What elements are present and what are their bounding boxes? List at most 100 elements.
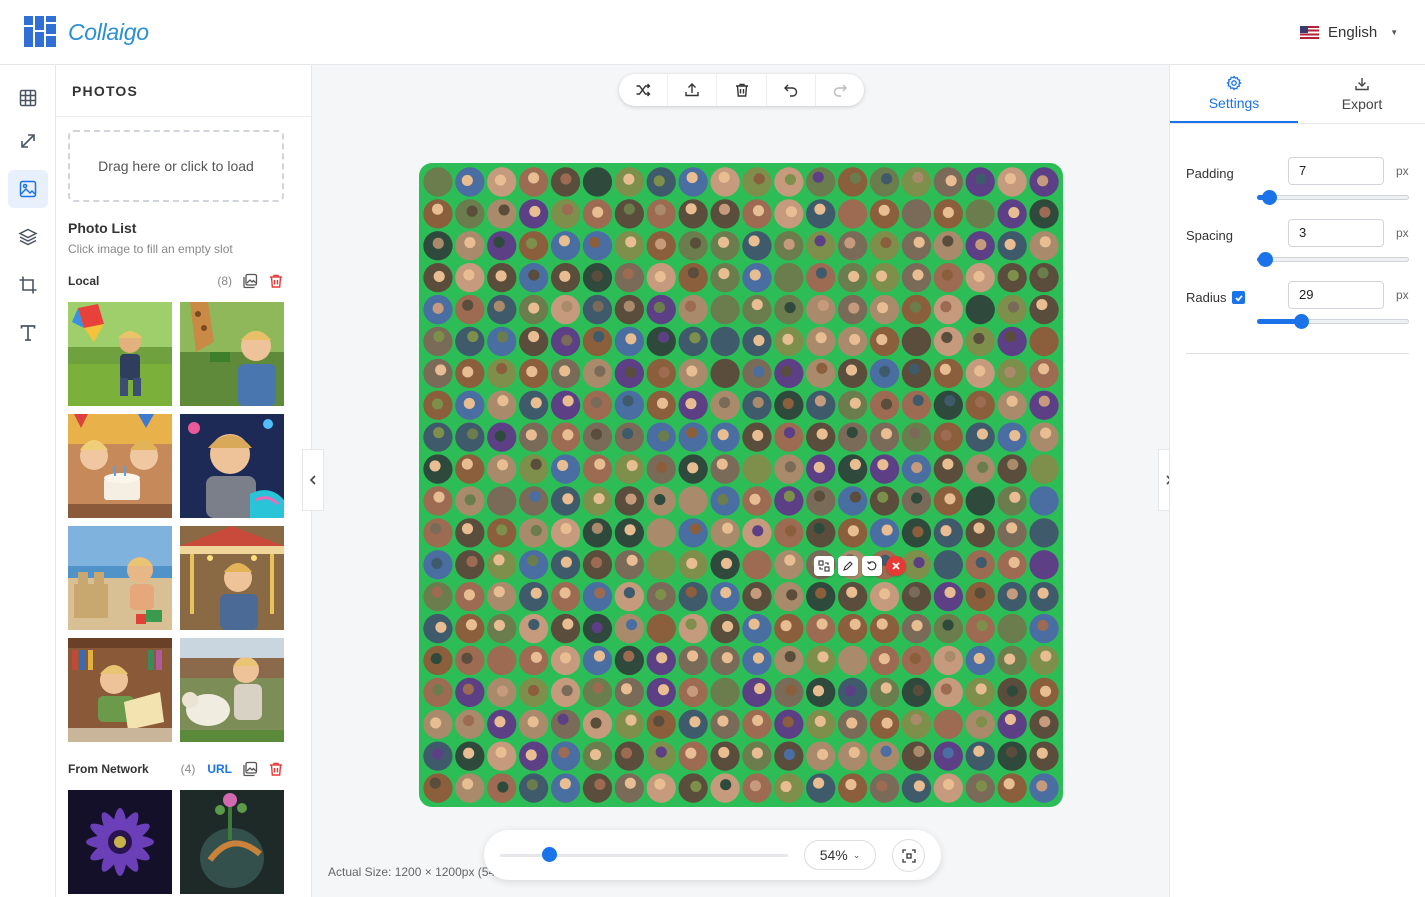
fit-to-screen-button[interactable] <box>892 839 925 872</box>
collage-cell-detail <box>941 269 953 281</box>
collage-cell-detail <box>1039 493 1051 505</box>
collage-cell-detail <box>685 586 697 598</box>
shuffle-button[interactable] <box>619 74 669 106</box>
photo-thumb-kite[interactable] <box>68 302 172 406</box>
resize-icon <box>21 134 35 148</box>
tab-export[interactable]: Export <box>1298 65 1425 123</box>
add-url-button[interactable]: URL <box>207 762 232 776</box>
collage-cell-detail <box>752 652 765 664</box>
replace-photo-button[interactable] <box>814 556 834 576</box>
spacing-slider[interactable] <box>1257 252 1409 267</box>
tab-settings[interactable]: Settings <box>1170 65 1298 123</box>
photo-thumb-vase[interactable] <box>180 790 284 894</box>
redo-button[interactable] <box>816 74 864 106</box>
collage-cell-detail <box>497 781 509 793</box>
collage-cell-detail <box>654 778 666 790</box>
radius-slider-handle[interactable] <box>1294 314 1310 329</box>
photo-thumb-reading[interactable] <box>68 638 172 742</box>
shuffle-icon <box>636 83 651 97</box>
photo-thumb-giraffe[interactable] <box>180 302 284 406</box>
zoom-select[interactable]: 54% ⌄ <box>804 840 876 870</box>
collage-cell-detail <box>623 300 635 312</box>
collage-cell-detail <box>686 365 698 377</box>
photo-thumb-carousel[interactable] <box>180 526 284 630</box>
radius-checkbox[interactable] <box>1232 291 1245 304</box>
photo-thumb-lamb[interactable] <box>180 638 284 742</box>
padding-slider[interactable] <box>1257 190 1409 205</box>
photo-thumb-sandcastle[interactable] <box>68 526 172 630</box>
collage-cell-detail <box>912 684 924 697</box>
upload-button[interactable] <box>668 74 718 106</box>
local-group-label: Local <box>68 274 100 288</box>
collage-cell-detail <box>720 779 732 791</box>
photo-thumb-flower[interactable] <box>68 790 172 894</box>
collage-cell[interactable] <box>423 773 453 803</box>
chevron-down-icon: ⌄ <box>852 849 861 860</box>
add-images-icon[interactable] <box>242 273 258 289</box>
collage-cell[interactable] <box>487 550 517 580</box>
photo-thumb-arcade[interactable] <box>180 414 284 518</box>
brand-name[interactable]: Collaigo <box>68 19 149 46</box>
collage-cell-detail <box>848 302 860 314</box>
padding-slider-handle[interactable] <box>1262 190 1278 205</box>
collaigo-logo-icon[interactable] <box>24 16 56 47</box>
collage-cell-detail <box>813 461 825 473</box>
collage-cell-detail <box>878 653 890 665</box>
collage-cell-detail <box>562 395 574 407</box>
collage-cell-detail <box>530 458 542 470</box>
collage-cell-detail <box>685 618 697 630</box>
collage-cell-detail <box>496 459 509 471</box>
collage-cell-detail <box>464 236 476 249</box>
collage-cell-detail <box>1037 587 1049 599</box>
collage-cell-detail <box>623 650 635 662</box>
spacing-slider-handle[interactable] <box>1257 252 1273 267</box>
collage-cell[interactable] <box>455 454 485 484</box>
padding-input[interactable]: 7 <box>1288 157 1384 185</box>
collage-cell-detail <box>881 717 893 729</box>
trash-icon <box>735 83 748 97</box>
canvas-toolbar <box>619 74 864 106</box>
clear-button[interactable] <box>717 74 767 106</box>
collage-cell[interactable] <box>550 709 581 739</box>
edit-photo-button[interactable] <box>838 556 858 576</box>
collage-cell-detail <box>909 427 921 439</box>
collage-cell-detail <box>429 460 441 472</box>
collage-cell[interactable] <box>710 454 740 484</box>
trash-icon[interactable] <box>268 761 284 777</box>
collage-cell-detail <box>432 203 444 215</box>
radius-slider[interactable] <box>1257 314 1409 329</box>
collage-cell-detail <box>975 173 987 185</box>
spacing-input[interactable]: 3 <box>1288 219 1384 247</box>
collage-cell-detail <box>433 491 445 503</box>
rotate-photo-button[interactable] <box>862 556 882 576</box>
radius-input[interactable]: 29 <box>1288 281 1384 309</box>
photo-list-hint: Click image to fill an empty slot <box>68 242 233 256</box>
collage-cell-detail <box>717 365 729 378</box>
collage-cell-detail <box>592 300 604 312</box>
collage-cell-detail <box>652 525 664 537</box>
photo-thumb-birthday[interactable] <box>68 414 172 518</box>
rail-resize-button[interactable] <box>8 122 48 160</box>
rail-text-button[interactable] <box>8 314 48 352</box>
collage-cell-detail <box>784 461 796 473</box>
rail-layers-button[interactable] <box>8 218 48 256</box>
photo-dropzone[interactable]: Drag here or click to load <box>68 130 284 202</box>
collage-cell-detail <box>430 653 442 665</box>
add-images-icon[interactable] <box>242 761 258 777</box>
trash-icon[interactable] <box>268 273 284 289</box>
collage-grid[interactable] <box>419 163 1063 807</box>
rail-crop-button[interactable] <box>8 266 48 304</box>
rail-photos-button[interactable] <box>8 170 48 208</box>
rail-layout-button[interactable] <box>8 79 48 117</box>
collage-cell-detail <box>849 458 861 470</box>
collapse-left-panel-button[interactable] <box>302 449 324 511</box>
zoom-slider-handle[interactable] <box>541 847 557 862</box>
collage-canvas[interactable] <box>419 163 1063 807</box>
remove-photo-button[interactable] <box>886 556 906 576</box>
collage-cell-detail <box>817 651 829 663</box>
zoom-value: 54% <box>819 847 848 863</box>
undo-button[interactable] <box>767 74 816 106</box>
language-selector[interactable]: English ▼ <box>1300 24 1398 41</box>
collage-cell-detail <box>752 205 765 217</box>
collage-cell[interactable] <box>455 326 485 357</box>
